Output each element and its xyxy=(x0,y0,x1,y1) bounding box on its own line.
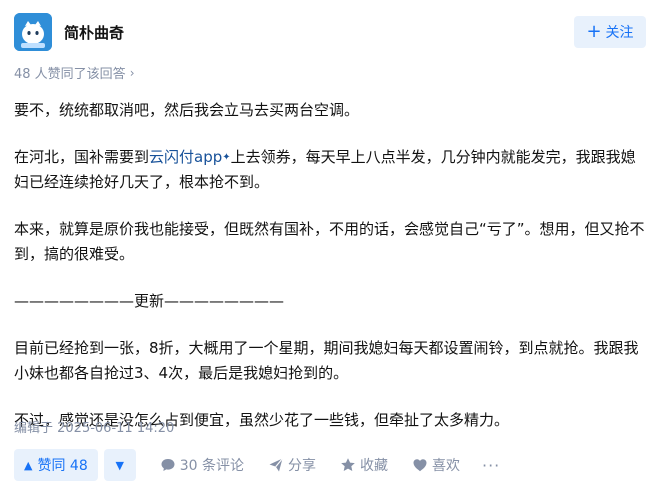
star-icon xyxy=(341,458,355,471)
answer-header: 简朴曲奇 + 关注 xyxy=(14,12,646,52)
triangle-up-icon: ▲ xyxy=(24,458,33,472)
plus-icon: + xyxy=(586,21,602,42)
answer-card: 简朴曲奇 + 关注 48 人赞同了该回答 › 要不，统统都取消吧，然后我会立马去… xyxy=(0,0,660,481)
like-button[interactable]: 喜欢 xyxy=(412,455,460,475)
share-label: 分享 xyxy=(288,458,316,474)
edit-timestamp[interactable]: 编辑于 2025-06-11 14:20 xyxy=(14,417,174,436)
paragraph-2-start: 在河北，国补需要到 xyxy=(14,148,150,166)
agree-count-text: 48 人赞同了该回答 xyxy=(14,67,126,82)
paragraph-3: 本来，就算是原价我也能接受，但既然有国补，不用的话，会感觉自己“亏了”。想用，但… xyxy=(14,220,645,263)
link-search-icon: ✦ xyxy=(222,152,231,163)
paragraph-1: 要不，统统都取消吧，然后我会立马去买两台空调。 xyxy=(14,101,360,119)
triangle-down-icon: ▼ xyxy=(115,458,124,472)
comment-icon xyxy=(161,459,175,471)
follow-button[interactable]: + 关注 xyxy=(574,16,646,48)
avatar-cartoon-icon xyxy=(14,13,52,51)
vote-up-label: 赞同 48 xyxy=(37,458,88,474)
avatar[interactable] xyxy=(14,13,52,51)
heart-icon xyxy=(413,459,427,472)
comments-label: 30 条评论 xyxy=(179,458,244,474)
vote-down-button[interactable]: ▼ xyxy=(103,449,136,481)
author-name[interactable]: 简朴曲奇 xyxy=(64,22,574,43)
action-bar: ▲ 赞同 48 ▼ 30 条评论 分享 收藏 喜欢 ··· xyxy=(14,449,500,481)
more-options-button[interactable]: ··· xyxy=(482,456,500,475)
yunshanfu-link[interactable]: 云闪付app xyxy=(149,148,222,166)
vote-up-button[interactable]: ▲ 赞同 48 xyxy=(14,449,98,481)
update-divider: ————————更新———————— xyxy=(14,292,285,310)
like-label: 喜欢 xyxy=(432,458,460,474)
favorite-label: 收藏 xyxy=(360,458,388,474)
paragraph-4: 目前已经抢到一张，8折，大概用了一个星期，期间我媳妇每天都设置闹铃，到点就抢。我… xyxy=(14,339,639,382)
share-icon xyxy=(269,458,283,472)
follow-label: 关注 xyxy=(605,25,634,41)
paragraph-2: 在河北，国补需要到云闪付app✦上去领券，每天早上八点半发，几分钟内就能发完，我… xyxy=(14,145,648,195)
agree-count-link[interactable]: 48 人赞同了该回答 › xyxy=(14,63,135,83)
comments-button[interactable]: 30 条评论 xyxy=(160,455,244,475)
chevron-right-icon: › xyxy=(129,65,135,80)
share-button[interactable]: 分享 xyxy=(268,455,316,475)
favorite-button[interactable]: 收藏 xyxy=(340,455,388,475)
answer-content: 要不，统统都取消吧，然后我会立马去买两台空调。 在河北，国补需要到云闪付app✦… xyxy=(14,98,648,455)
